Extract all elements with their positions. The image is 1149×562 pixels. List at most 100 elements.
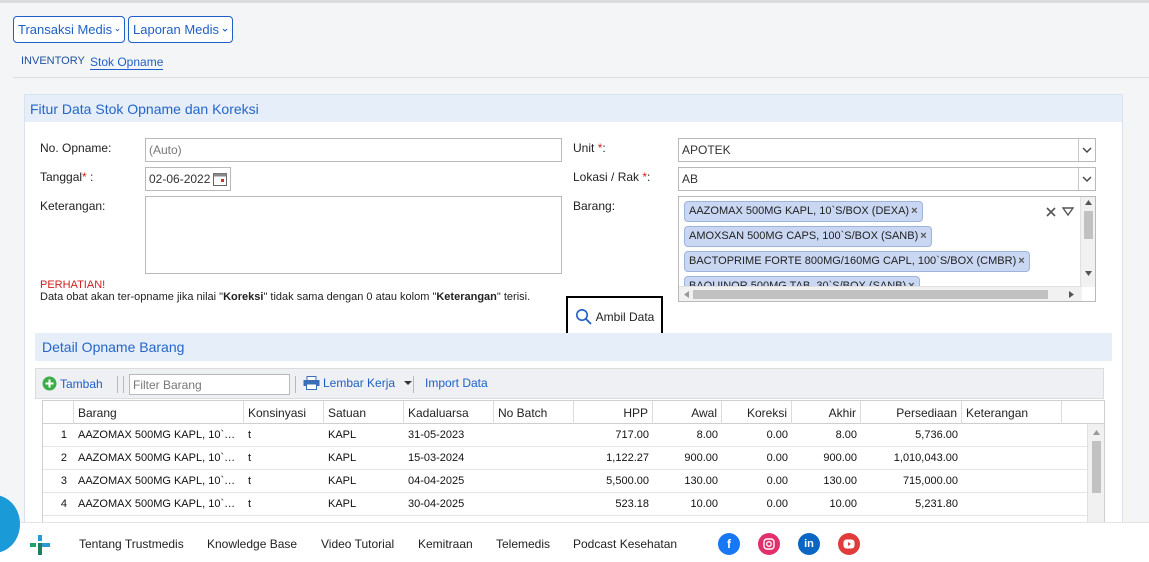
calendar-icon[interactable]: [212, 171, 228, 187]
scroll-up-icon[interactable]: [1085, 200, 1092, 205]
filter-barang-input[interactable]: Filter Barang: [129, 374, 290, 395]
footer-link-video-tutorial[interactable]: Video Tutorial: [321, 537, 394, 551]
cell-konsinyasi[interactable]: t: [244, 470, 324, 493]
cell-no-batch[interactable]: [494, 447, 574, 470]
grid-col-keterangan[interactable]: Keterangan: [962, 401, 1062, 424]
instagram-icon[interactable]: [758, 533, 780, 555]
cell-koreksi[interactable]: 0.00: [722, 470, 792, 493]
cell-persediaan[interactable]: 5,231.80: [861, 493, 962, 516]
scroll-left-icon[interactable]: [684, 291, 689, 298]
lokasi-select[interactable]: AB: [678, 167, 1096, 191]
cell-kadaluarsa[interactable]: 31-05-2023: [404, 424, 494, 447]
cell-persediaan[interactable]: 5,736.00: [861, 424, 962, 447]
tanggal-input[interactable]: 02-06-2022: [145, 167, 231, 191]
barang-tag[interactable]: AMOXSAN 500MG CAPS, 100`S/BOX (SANB) ×: [684, 226, 932, 247]
cell-akhir[interactable]: 900.00: [792, 447, 861, 470]
cell-barang[interactable]: AAZOMAX 500MG KAPL, 10`S/BOX (DEXA): [74, 493, 244, 516]
filter-icon[interactable]: [1062, 206, 1074, 218]
table-row[interactable]: 4 AAZOMAX 500MG KAPL, 10`S/BOX (DEXA) t …: [43, 493, 1089, 516]
ambil-data-button[interactable]: Ambil Data: [566, 296, 663, 337]
cell-satuan[interactable]: KAPL: [324, 493, 404, 516]
cell-awal[interactable]: 900.00: [653, 447, 722, 470]
cell-hpp[interactable]: 523.18: [574, 493, 653, 516]
cell-koreksi[interactable]: 0.00: [722, 424, 792, 447]
cell-hpp[interactable]: 1,122.27: [574, 447, 653, 470]
cell-konsinyasi[interactable]: t: [244, 493, 324, 516]
cell-akhir[interactable]: 8.00: [792, 424, 861, 447]
scroll-right-icon[interactable]: [1069, 291, 1074, 298]
unit-select[interactable]: APOTEK: [678, 138, 1096, 162]
cell-kadaluarsa[interactable]: 04-04-2025: [404, 470, 494, 493]
grid-vertical-scrollbar[interactable]: [1087, 424, 1104, 525]
footer-link-telemedis[interactable]: Telemedis: [496, 537, 550, 551]
scroll-thumb[interactable]: [1092, 441, 1101, 493]
facebook-icon[interactable]: f: [718, 533, 740, 555]
cell-barang[interactable]: AAZOMAX 500MG KAPL, 10`S/BOX (DEXA): [74, 424, 244, 447]
linkedin-icon[interactable]: in: [798, 533, 820, 555]
horizontal-scrollbar[interactable]: [679, 286, 1082, 301]
cell-no-batch[interactable]: [494, 470, 574, 493]
tambah-button[interactable]: Tambah: [42, 376, 103, 391]
grid-col-persediaan[interactable]: Persediaan: [861, 401, 962, 424]
remove-tag-icon[interactable]: ×: [911, 205, 917, 217]
chevron-down-icon[interactable]: [1078, 168, 1095, 190]
scroll-thumb[interactable]: [693, 290, 1048, 299]
cell-keterangan[interactable]: [962, 493, 1062, 516]
cell-no-batch[interactable]: [494, 493, 574, 516]
cell-keterangan[interactable]: [962, 470, 1062, 493]
cell-barang[interactable]: AAZOMAX 500MG KAPL, 10`S/BOX (DEXA): [74, 447, 244, 470]
cell-no-batch[interactable]: [494, 424, 574, 447]
grid-col-akhir[interactable]: Akhir: [792, 401, 861, 424]
import-data-button[interactable]: Import Data: [425, 376, 488, 390]
barang-tag[interactable]: BACTOPRIME FORTE 800MG/160MG CAPL, 100`S…: [684, 251, 1030, 272]
youtube-icon[interactable]: [838, 533, 860, 555]
grid-col-koreksi[interactable]: Koreksi: [722, 401, 792, 424]
cell-persediaan[interactable]: 715,000.00: [861, 470, 962, 493]
grid-col-kadaluarsa[interactable]: Kadaluarsa: [404, 401, 494, 424]
cell-akhir[interactable]: 10.00: [792, 493, 861, 516]
scroll-down-icon[interactable]: [1085, 271, 1092, 276]
footer-link-podcast[interactable]: Podcast Kesehatan: [573, 537, 677, 551]
table-row[interactable]: 3 AAZOMAX 500MG KAPL, 10`S/BOX (DEXA) t …: [43, 470, 1089, 493]
cell-keterangan[interactable]: [962, 447, 1062, 470]
grid-col-no-batch[interactable]: No Batch: [494, 401, 574, 424]
table-row[interactable]: 2 AAZOMAX 500MG KAPL, 10`S/BOX (DEXA) t …: [43, 447, 1089, 470]
grid-col-konsinyasi[interactable]: Konsinyasi: [244, 401, 324, 424]
cell-koreksi[interactable]: 0.00: [722, 493, 792, 516]
cell-hpp[interactable]: 717.00: [574, 424, 653, 447]
scroll-thumb[interactable]: [1084, 211, 1093, 239]
clear-all-icon[interactable]: [1045, 206, 1057, 218]
cell-koreksi[interactable]: 0.00: [722, 447, 792, 470]
cell-barang[interactable]: AAZOMAX 500MG KAPL, 10`S/BOX (DEXA): [74, 470, 244, 493]
cell-awal[interactable]: 130.00: [653, 470, 722, 493]
cell-kadaluarsa[interactable]: 15-03-2024: [404, 447, 494, 470]
footer-link-knowledge-base[interactable]: Knowledge Base: [207, 537, 297, 551]
grid-col-barang[interactable]: Barang: [74, 401, 244, 424]
cell-satuan[interactable]: KAPL: [324, 424, 404, 447]
barang-multiselect[interactable]: AAZOMAX 500MG KAPL, 10`S/BOX (DEXA) × AMO…: [678, 196, 1096, 302]
cell-hpp[interactable]: 5,500.00: [574, 470, 653, 493]
cell-konsinyasi[interactable]: t: [244, 424, 324, 447]
breadcrumb-inventory[interactable]: INVENTORY: [21, 55, 85, 67]
cell-konsinyasi[interactable]: t: [244, 447, 324, 470]
footer-link-tentang[interactable]: Tentang Trustmedis: [79, 537, 184, 551]
no-opname-input[interactable]: (Auto): [145, 138, 562, 162]
barang-tag[interactable]: AAZOMAX 500MG KAPL, 10`S/BOX (DEXA) ×: [684, 201, 923, 222]
grid-col-awal[interactable]: Awal: [653, 401, 722, 424]
remove-tag-icon[interactable]: ×: [920, 230, 926, 242]
cell-satuan[interactable]: KAPL: [324, 470, 404, 493]
cell-persediaan[interactable]: 1,010,043.00: [861, 447, 962, 470]
lembar-kerja-button[interactable]: Lembar Kerja: [303, 376, 413, 390]
footer-link-kemitraan[interactable]: Kemitraan: [418, 537, 473, 551]
breadcrumb-current[interactable]: Stok Opname: [90, 55, 164, 70]
cell-satuan[interactable]: KAPL: [324, 447, 404, 470]
chevron-down-icon[interactable]: [1078, 139, 1095, 161]
keterangan-textarea[interactable]: [145, 196, 562, 274]
cell-awal[interactable]: 10.00: [653, 493, 722, 516]
cell-kadaluarsa[interactable]: 30-04-2025: [404, 493, 494, 516]
vertical-scrollbar[interactable]: [1080, 197, 1095, 287]
table-row[interactable]: 1 AAZOMAX 500MG KAPL, 10`S/BOX (DEXA) t …: [43, 424, 1089, 447]
grid-col-satuan[interactable]: Satuan: [324, 401, 404, 424]
menu-laporan-medis[interactable]: Laporan Medis: [128, 16, 233, 43]
menu-transaksi-medis[interactable]: Transaksi Medis: [13, 16, 125, 43]
